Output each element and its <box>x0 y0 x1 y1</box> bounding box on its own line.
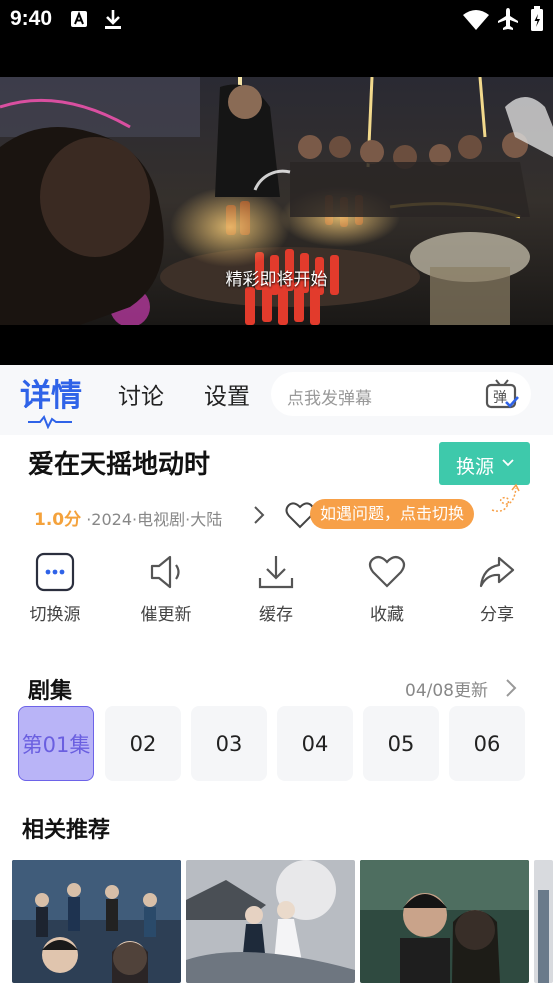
danmaku-input[interactable]: 点我发弹幕 弹 <box>271 372 531 416</box>
chevron-down-icon <box>502 459 514 467</box>
switch-source-label: 换源 <box>456 456 495 478</box>
poster-image <box>534 860 553 983</box>
poster-image <box>186 860 355 983</box>
action-label: 切换源 <box>29 605 81 625</box>
action-label: 收藏 <box>370 605 404 625</box>
action-label: 缓存 <box>259 605 293 625</box>
source-switch-icon <box>35 552 75 592</box>
danmaku-icon-label: 弹 <box>493 390 507 406</box>
score-value: 1.0分 <box>34 510 82 530</box>
danmaku-placeholder: 点我发弹幕 <box>287 389 372 409</box>
episode-item[interactable]: 06 <box>449 706 525 781</box>
update-text: 04/08更新 <box>405 681 488 701</box>
collect-action[interactable]: 收藏 <box>337 550 437 625</box>
related-title: 相关推荐 <box>22 818 111 843</box>
switch-source-tip[interactable]: 如遇问题，点击切换 <box>310 499 475 529</box>
tab-details[interactable]: 详情 <box>20 370 82 415</box>
share-icon <box>479 556 515 588</box>
switch-source-button[interactable]: 换源 <box>439 442 530 485</box>
chevron-right-icon[interactable] <box>252 504 266 530</box>
drama-meta: 1.0分 ·2024·电视剧·大陆 <box>34 505 222 530</box>
episode-item[interactable]: 03 <box>191 706 267 781</box>
tab-discussion[interactable]: 讨论 <box>118 377 164 411</box>
request-update-action[interactable]: 催更新 <box>116 550 216 625</box>
switch-source-action[interactable]: 切换源 <box>5 550 105 625</box>
download-status-icon <box>104 9 122 34</box>
status-time: 9:40 <box>10 7 53 30</box>
related-poster[interactable] <box>12 860 181 983</box>
battery-icon <box>530 6 544 36</box>
chevron-right-icon <box>506 679 517 697</box>
episode-item[interactable]: 02 <box>105 706 181 781</box>
related-poster[interactable] <box>360 860 529 983</box>
poster-image <box>12 860 181 983</box>
curly-arrow-icon <box>491 483 520 512</box>
cache-action[interactable]: 缓存 <box>226 550 326 625</box>
airplane-mode-icon <box>497 7 519 35</box>
loading-caption: 精彩即将开始 <box>225 270 328 290</box>
video-frame[interactable]: 精彩即将开始 <box>0 77 553 325</box>
episode-item[interactable]: 05 <box>363 706 439 781</box>
action-label: 催更新 <box>140 605 192 625</box>
heart-icon <box>368 555 406 588</box>
update-info[interactable]: 04/08更新 <box>405 676 517 701</box>
episode-item[interactable]: 04 <box>277 706 353 781</box>
episode-item[interactable]: 第01集 <box>18 706 94 781</box>
related-poster[interactable] <box>534 860 553 983</box>
active-tab-indicator-icon <box>28 415 72 429</box>
danmaku-tv-icon[interactable]: 弹 <box>485 377 519 415</box>
download-icon <box>258 556 294 589</box>
related-poster[interactable] <box>186 860 355 983</box>
action-label: 分享 <box>480 605 514 625</box>
meta-info: ·2024·电视剧·大陆 <box>86 510 223 529</box>
speaker-icon <box>150 555 180 589</box>
action-row: 切换源 催更新 缓存 收藏 分享 <box>0 550 553 635</box>
share-action[interactable]: 分享 <box>447 550 547 625</box>
poster-image <box>360 860 529 983</box>
drama-title: 爱在天摇地动时 <box>28 450 211 480</box>
detail-tab-bar: 详情 讨论 设置 点我发弹幕 弹 <box>0 365 553 435</box>
video-player[interactable]: 精彩即将开始 <box>0 40 553 365</box>
status-bar: 9:40 <box>0 0 553 40</box>
font-notification-icon <box>70 10 88 32</box>
tab-settings[interactable]: 设置 <box>204 377 250 411</box>
episodes-title: 剧集 <box>28 679 73 704</box>
wifi-icon <box>462 9 490 35</box>
